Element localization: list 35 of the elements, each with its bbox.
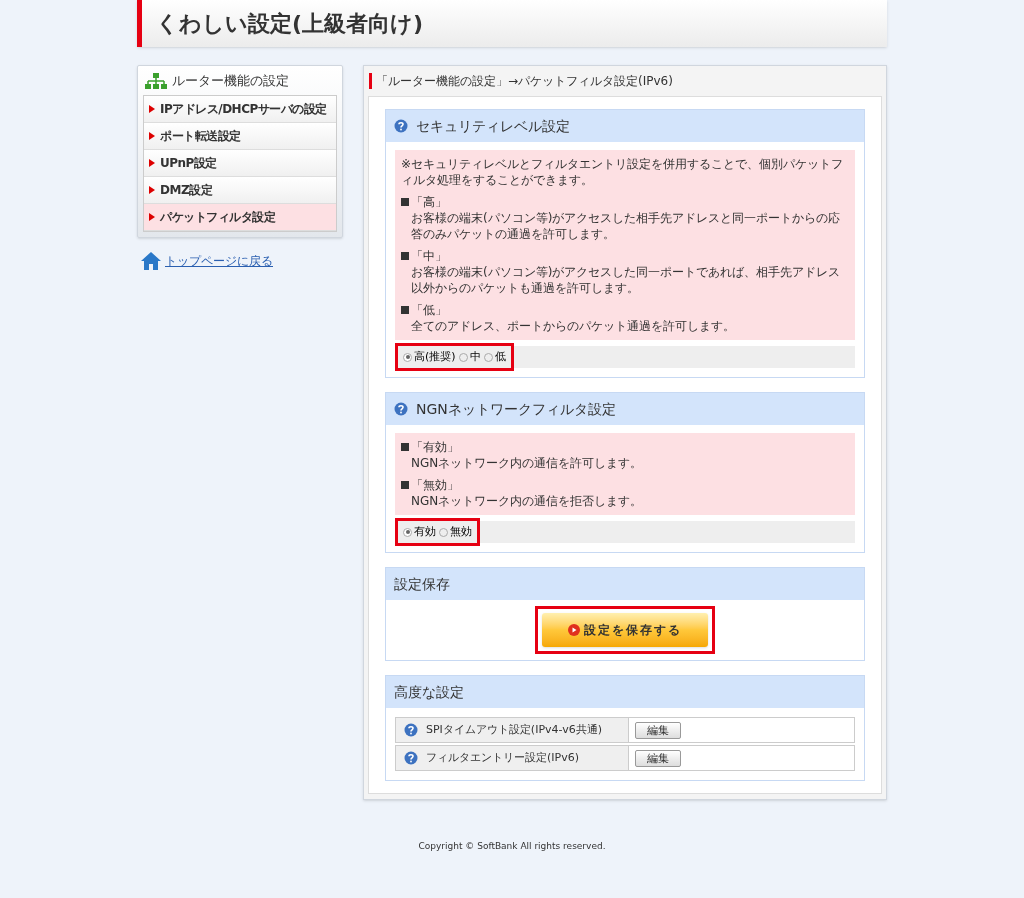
radio-option[interactable]: 中 xyxy=(458,348,481,366)
entry-text: 全てのアドレス、ポートからのパケット通過を許可します。 xyxy=(410,318,736,334)
entry-text: NGNネットワーク内の通信を拒否します。 xyxy=(410,493,644,509)
home-link[interactable]: トップページに戻る xyxy=(165,252,273,270)
sidebar-item[interactable]: IPアドレス/DHCPサーバの設定 xyxy=(144,96,336,123)
entry-label: 「低」 xyxy=(411,302,447,318)
radio-option[interactable]: 高(推奨) xyxy=(403,348,456,366)
entry-text: お客様の端末(パソコン等)がアクセスした相手先アドレスと同一ポートからの応答のみパケットの通過を許可します。 xyxy=(410,210,842,242)
radio-option[interactable]: 低 xyxy=(483,348,506,366)
entry-label: 「無効」 xyxy=(411,477,459,493)
row-label-cell: フィルタエントリー設定(IPv6) xyxy=(396,746,629,770)
sidebar-item[interactable]: パケットフィルタ設定 xyxy=(144,204,336,231)
row-label-cell: SPIタイムアウト設定(IPv4-v6共通) xyxy=(396,718,629,742)
section-header: セキュリティレベル設定 xyxy=(386,110,864,142)
section-header: NGNネットワークフィルタ設定 xyxy=(386,393,864,425)
entry-label: 「高」 xyxy=(411,194,447,210)
sidebar-item[interactable]: ポート転送設定 xyxy=(144,123,336,150)
panel-title: 「ルーター機能の設定」→パケットフィルタ設定(IPv6) xyxy=(376,73,673,90)
entry-text: お客様の端末(パソコン等)がアクセスした同一ポートであれば、相手先アドレス以外からのパケットも通過を許可します。 xyxy=(410,264,842,296)
sidebar-item[interactable]: DMZ設定 xyxy=(144,177,336,204)
page-header: くわしい設定(上級者向け) xyxy=(137,0,887,47)
section-header: 設定保存 xyxy=(386,568,864,600)
sidebar-title: ルーター機能の設定 xyxy=(172,71,289,90)
entry-text: NGNネットワーク内の通信を許可します。 xyxy=(410,455,644,471)
section-header: 高度な設定 xyxy=(386,676,864,708)
save-button[interactable]: 設定を保存する xyxy=(542,613,708,647)
sidebar-item[interactable]: UPnP設定 xyxy=(144,150,336,177)
note-text: ※セキュリティレベルとフィルタエントリ設定を併用することで、個別パケットフィルタ処理をすることができます。 xyxy=(401,156,845,188)
entry-label: 「有効」 xyxy=(411,439,459,455)
entry-label: 「中」 xyxy=(411,248,447,264)
radio-option[interactable]: 無効 xyxy=(439,523,472,541)
edit-button[interactable]: 編集 xyxy=(635,749,681,767)
edit-button[interactable]: 編集 xyxy=(635,721,681,739)
radio-option[interactable]: 有効 xyxy=(403,523,436,541)
copyright-text: Copyright © SoftBank All rights reserved. xyxy=(418,840,606,853)
